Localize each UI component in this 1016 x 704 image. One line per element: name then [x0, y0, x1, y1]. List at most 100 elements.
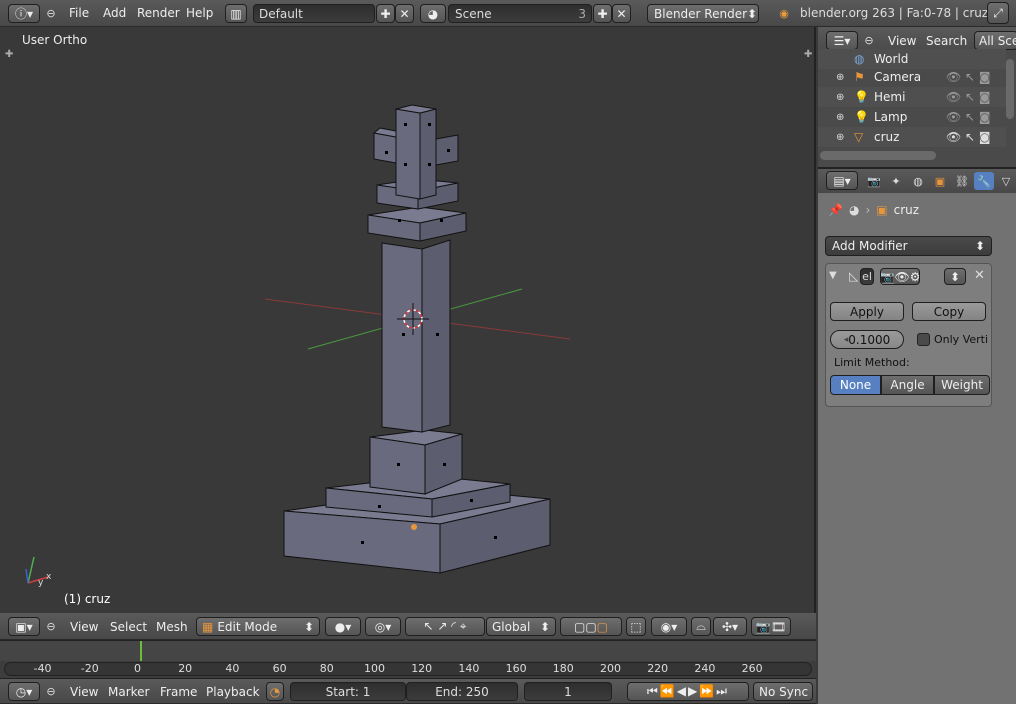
pivot-point-dropdown[interactable]: ◎▾: [365, 617, 401, 636]
outliner-h-scrollbar[interactable]: [820, 151, 936, 160]
outliner-row-cruz[interactable]: ⊕ ▽ cruz 👁 ↖ ◙: [818, 127, 1006, 147]
timeline-tick-label: 140: [458, 662, 480, 675]
outliner-v-scrollbar[interactable]: [1006, 59, 1014, 119]
render-engine-dropdown[interactable]: Blender Render ⬍: [647, 4, 759, 23]
collapse-menus-icon[interactable]: ⊖: [44, 619, 58, 633]
delete-scene-icon[interactable]: ✕: [612, 4, 631, 23]
constraints-tab-icon[interactable]: ⛓: [952, 172, 972, 190]
scene-field[interactable]: Scene 3: [448, 4, 592, 23]
menu-frame[interactable]: Frame: [160, 685, 197, 699]
menu-playback[interactable]: Playback: [206, 685, 260, 699]
menu-view[interactable]: View: [70, 620, 98, 634]
clock-icon: ◷: [15, 684, 27, 699]
outliner-filter-dropdown[interactable]: All Scen: [974, 31, 1016, 50]
menu-search[interactable]: Search: [926, 34, 967, 48]
remove-modifier-icon[interactable]: ✕: [974, 268, 985, 283]
collapse-arrow-icon[interactable]: ▼: [829, 270, 837, 281]
modifier-name-field[interactable]: el: [860, 268, 874, 285]
editor-type-outliner-button[interactable]: ☰▾: [826, 31, 858, 50]
add-scene-icon[interactable]: ✚: [593, 4, 612, 23]
outliner-row-camera[interactable]: ⊕ ⚑ Camera 👁 ↖ ◙: [818, 67, 1006, 87]
modifier-visibility-toggles[interactable]: 📷👁⚙: [880, 268, 920, 285]
world-tab-icon[interactable]: ◍: [908, 172, 928, 190]
expand-icon[interactable]: ⊕: [836, 132, 844, 143]
expand-icon[interactable]: ⊕: [836, 112, 844, 123]
menu-help[interactable]: Help: [186, 6, 213, 20]
expand-icon[interactable]: ⊕: [836, 72, 844, 83]
pin-icon[interactable]: 📌: [828, 203, 843, 217]
visibility-icons[interactable]: 👁 ↖ ◙: [946, 90, 991, 104]
merge-distance-value: 0.1000: [848, 332, 891, 347]
3d-viewport[interactable]: User Ortho ✚ ✚ y x (1) cruz: [0, 27, 816, 613]
viewport-shading-dropdown[interactable]: ●▾: [325, 617, 361, 636]
limit-method-weight[interactable]: Weight: [934, 375, 990, 395]
current-frame-marker[interactable]: [140, 641, 142, 661]
limit-method-none[interactable]: None: [830, 375, 881, 395]
only-verts-checkbox[interactable]: [917, 333, 930, 346]
start-frame-field[interactable]: Start: 1: [290, 682, 406, 701]
timeline-area[interactable]: -40 -20 0 20 40 60 80 100 120 140 160 180 200 220 240 2…: [0, 640, 816, 678]
menu-view[interactable]: View: [70, 685, 98, 699]
select-mode-toggles[interactable]: ▢▢ ▢: [560, 617, 622, 636]
scene-tab-icon[interactable]: ✦: [886, 172, 906, 190]
menu-select[interactable]: Select: [110, 620, 147, 634]
editor-type-3dview-button[interactable]: ▣ ▾: [8, 617, 40, 636]
outliner-row-lamp[interactable]: ⊕ 💡 Lamp 👁 ↖ ◙: [818, 107, 1006, 127]
collapse-menus-icon[interactable]: ⊖: [44, 6, 58, 20]
render-tab-icon[interactable]: 📷: [864, 172, 884, 190]
modifiers-tab-icon[interactable]: 🔧: [974, 172, 994, 190]
menu-add[interactable]: Add: [103, 6, 126, 20]
add-modifier-dropdown[interactable]: Add Modifier ⬍: [825, 236, 992, 256]
mode-dropdown[interactable]: ▦ Edit Mode ⬍: [196, 617, 320, 636]
layout-field[interactable]: Default: [253, 4, 375, 23]
outliner-row-hemi[interactable]: ⊕ 💡 Hemi 👁 ↖ ◙: [818, 87, 1006, 107]
object-tab-icon[interactable]: ▣: [930, 172, 950, 190]
fullscreen-icon[interactable]: ⤢: [987, 2, 1009, 24]
outliner: ☰▾ ⊖ View Search All Scen ◍ World ⊕ ⚑ Ca…: [818, 27, 1016, 167]
outliner-label: Hemi: [874, 90, 906, 104]
data-tab-icon[interactable]: ▽: [996, 172, 1016, 190]
menu-marker[interactable]: Marker: [108, 685, 149, 699]
screen-layout-icon[interactable]: ▥: [225, 4, 247, 23]
scene-icon[interactable]: ◕: [420, 4, 446, 23]
playback-controls[interactable]: ⏮⏪◀▶⏩⏭: [627, 682, 749, 701]
scene-canvas: y x: [25, 104, 571, 588]
manipulator-toggles[interactable]: ↖ ↗ ◜ ⌖: [405, 617, 485, 636]
timeline-tick-label: 0: [134, 662, 141, 675]
move-modifier-icon[interactable]: ⬍: [944, 268, 966, 285]
visibility-icons[interactable]: 👁 ↖ ◙: [946, 130, 991, 144]
current-frame-field[interactable]: 1: [524, 682, 612, 701]
timeline-scrollbar[interactable]: -40 -20 0 20 40 60 80 100 120 140 160 180 200 220 240 2…: [4, 662, 812, 676]
delete-layout-icon[interactable]: ✕: [395, 4, 414, 23]
render-opengl-buttons[interactable]: 📷🎞: [751, 617, 791, 636]
snap-element-dropdown[interactable]: ✣▾: [713, 617, 747, 636]
expand-icon[interactable]: ⊕: [836, 92, 844, 103]
timeline-tick-label: 260: [741, 662, 763, 675]
visibility-icons[interactable]: 👁 ↖ ◙: [946, 70, 991, 84]
edit-mode-icon: ▦: [202, 619, 214, 634]
snap-toggle-icon[interactable]: ⌓: [691, 617, 711, 636]
orientation-dropdown[interactable]: Global ⬍: [486, 617, 556, 636]
menu-file[interactable]: File: [69, 6, 89, 20]
add-layout-icon[interactable]: ✚: [376, 4, 395, 23]
proportional-edit-dropdown[interactable]: ◉▾: [651, 617, 687, 636]
menu-render[interactable]: Render: [137, 6, 180, 20]
outliner-row-world[interactable]: ◍ World: [818, 49, 1006, 69]
menu-mesh[interactable]: Mesh: [156, 620, 188, 634]
preview-range-icon[interactable]: ◔: [266, 682, 284, 701]
visibility-icons[interactable]: 👁 ↖ ◙: [946, 110, 991, 124]
merge-distance-field[interactable]: ◂ 0.1000: [830, 330, 904, 349]
editor-type-info-button[interactable]: ⓘ ▾: [8, 4, 40, 23]
editor-type-timeline-button[interactable]: ◷ ▾: [8, 682, 40, 701]
menu-view[interactable]: View: [888, 34, 916, 48]
occlude-geometry-icon[interactable]: ⬚: [626, 617, 646, 636]
apply-button[interactable]: Apply: [830, 302, 904, 321]
collapse-menus-icon[interactable]: ⊖: [44, 684, 58, 698]
limit-method-angle[interactable]: Angle: [881, 375, 934, 395]
copy-button[interactable]: Copy: [912, 302, 986, 321]
end-frame-field[interactable]: End: 250: [406, 682, 518, 701]
collapse-menus-icon[interactable]: ⊖: [862, 33, 876, 47]
editor-type-properties-button[interactable]: ▤▾: [826, 171, 858, 190]
sync-mode-dropdown[interactable]: No Sync: [753, 682, 813, 701]
properties-header: ▤▾ 📷 ✦ ◍ ▣ ⛓ 🔧 ▽: [818, 169, 1016, 193]
